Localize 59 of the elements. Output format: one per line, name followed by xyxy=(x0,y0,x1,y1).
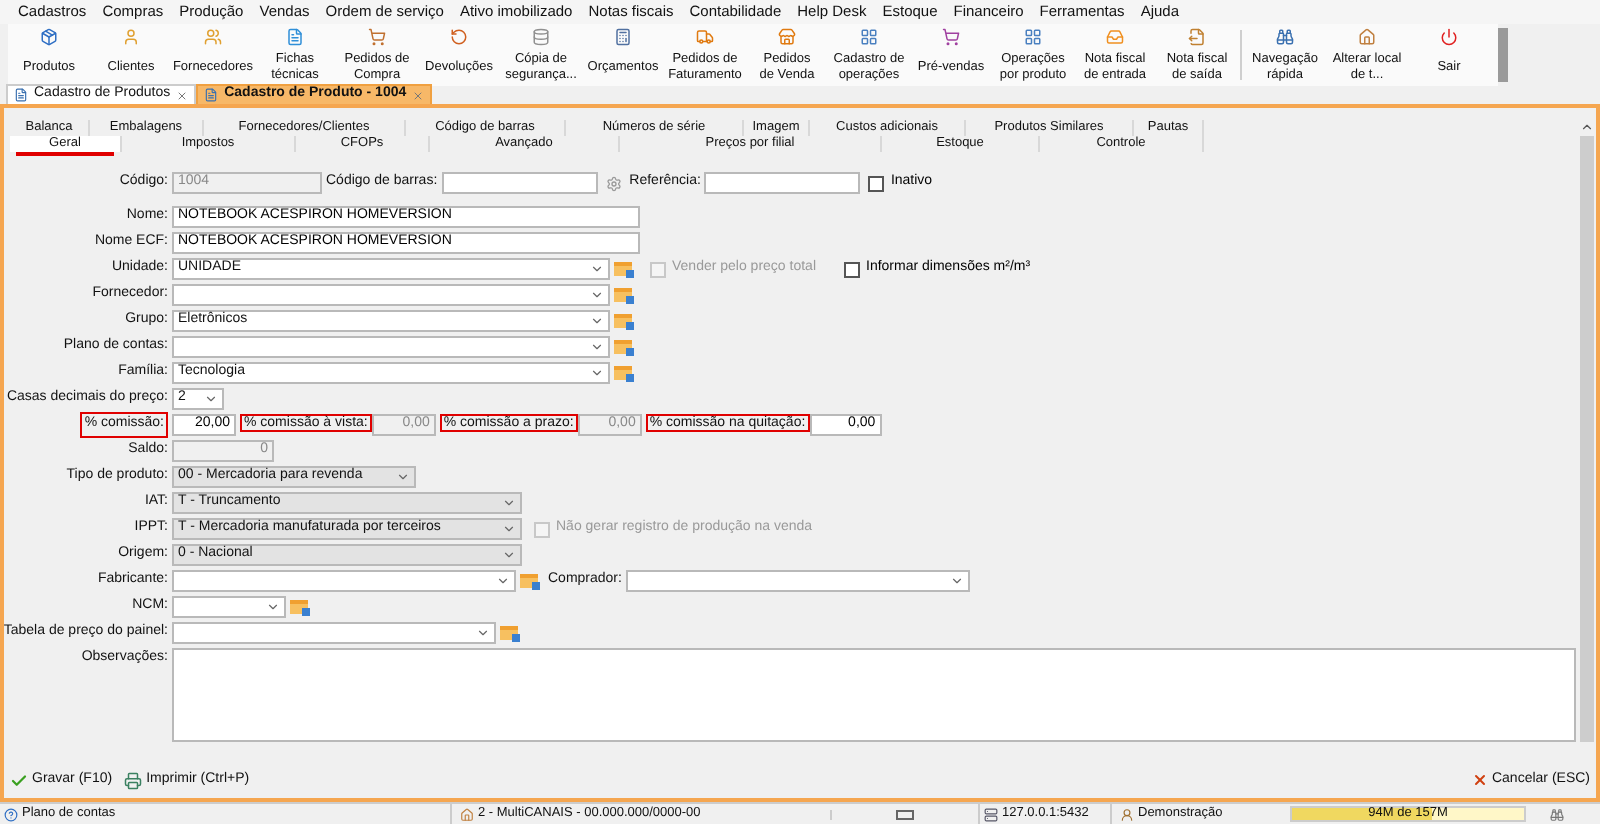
chevron-down-icon xyxy=(476,626,490,640)
dropdown[interactable] xyxy=(172,622,496,644)
scroll-up-icon[interactable] xyxy=(1580,120,1594,134)
toolbar-icon xyxy=(614,28,632,46)
gear-icon[interactable] xyxy=(605,175,622,191)
toolbar-icon xyxy=(368,28,386,46)
chevron-down-icon xyxy=(949,574,964,588)
input-field[interactable] xyxy=(441,172,598,194)
toolbar-icon xyxy=(1106,28,1124,46)
toolbar-icon xyxy=(450,28,468,46)
toolbar-icon xyxy=(860,28,878,46)
binoculars-icon[interactable] xyxy=(1550,807,1564,821)
notes-field[interactable] xyxy=(172,648,1576,742)
close-icon xyxy=(1471,772,1488,788)
toolbar-icon xyxy=(1276,28,1294,46)
chevron-down-icon xyxy=(396,470,410,484)
folder-add-icon[interactable] xyxy=(614,312,634,330)
toolbar-icon xyxy=(40,28,58,46)
dropdown[interactable] xyxy=(172,336,610,358)
checkbox[interactable] xyxy=(844,261,860,277)
folder-add-icon[interactable] xyxy=(614,260,634,278)
dropdown[interactable] xyxy=(625,570,970,592)
checkbox[interactable] xyxy=(868,175,885,191)
toolbar-icon xyxy=(122,28,140,46)
toolbar-icon xyxy=(286,28,304,46)
folder-add-icon[interactable] xyxy=(614,364,634,382)
scrollbar[interactable] xyxy=(1578,120,1596,742)
input-field[interactable] xyxy=(704,172,861,194)
folder-add-icon[interactable] xyxy=(290,598,310,616)
chevron-down-icon xyxy=(266,600,280,614)
folder-add-icon[interactable] xyxy=(614,338,634,356)
help-icon xyxy=(4,807,18,821)
dropdown[interactable] xyxy=(172,570,516,592)
dropdown[interactable] xyxy=(172,284,610,306)
close-icon[interactable] xyxy=(412,89,425,101)
document-icon xyxy=(204,88,219,102)
printer-icon xyxy=(124,771,143,789)
toolbar-icon xyxy=(1024,28,1042,46)
battery-icon xyxy=(896,809,914,819)
toolbar-icon xyxy=(1440,28,1458,46)
folder-add-icon[interactable] xyxy=(500,624,520,642)
chevron-down-icon xyxy=(204,392,218,406)
close-icon[interactable] xyxy=(176,89,189,101)
folder-add-icon[interactable] xyxy=(520,572,540,590)
toolbar-icon xyxy=(1188,28,1206,46)
dropdown[interactable] xyxy=(172,596,286,618)
check-icon xyxy=(10,771,28,789)
toolbar-icon xyxy=(778,28,796,46)
server-icon xyxy=(984,807,998,821)
home-icon xyxy=(460,807,474,821)
toolbar-icon xyxy=(942,28,960,46)
user-icon xyxy=(1120,807,1134,821)
toolbar-grip[interactable] xyxy=(1498,28,1508,82)
document-icon xyxy=(14,88,28,102)
toolbar-icon xyxy=(204,28,222,46)
toolbar-icon xyxy=(1358,28,1376,46)
toolbar-icon xyxy=(532,28,550,46)
folder-add-icon[interactable] xyxy=(614,286,634,304)
toolbar-icon xyxy=(696,28,714,46)
